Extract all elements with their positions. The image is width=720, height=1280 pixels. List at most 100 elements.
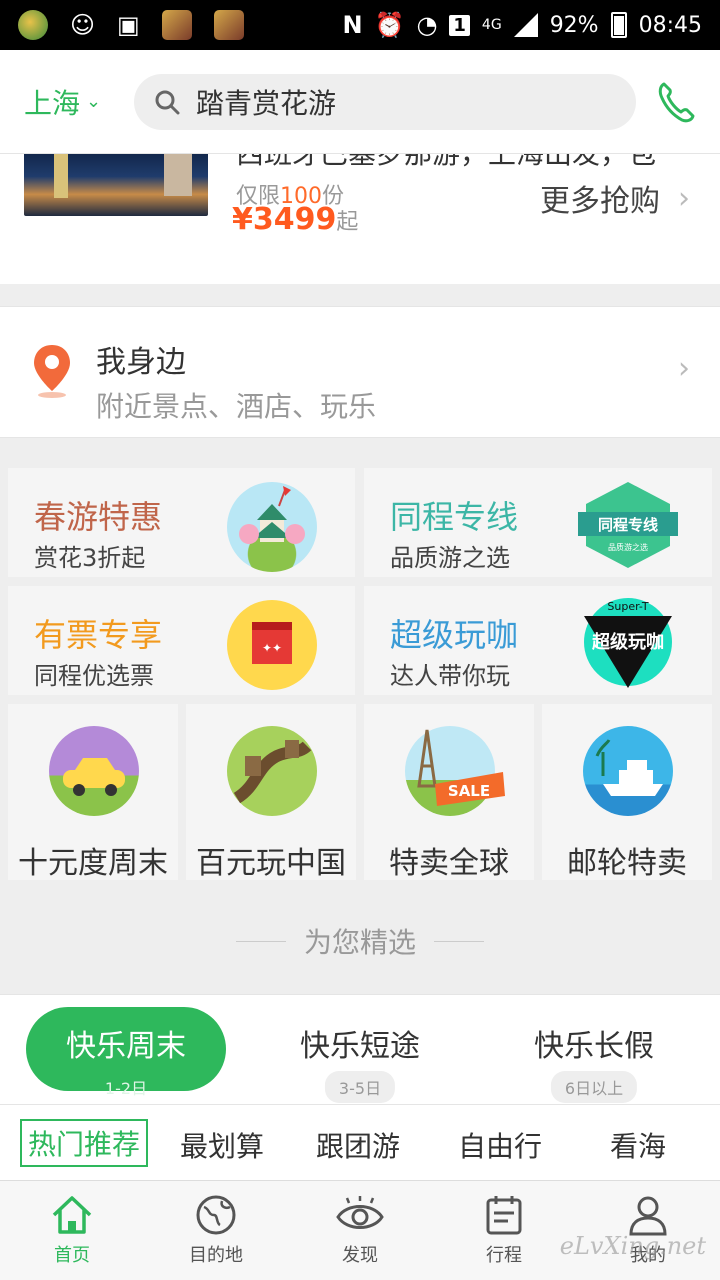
signal-icon: [513, 13, 538, 37]
feature-ticket-exclusive[interactable]: 有票专享 同程优选票 ✦✦: [8, 586, 355, 695]
mini-label: 百元玩中国: [196, 846, 346, 881]
tab-best-value[interactable]: 最划算: [180, 1125, 264, 1165]
mini-cruise-sale[interactable]: 邮轮特卖: [542, 704, 712, 881]
nav-label: 目的地: [189, 1245, 243, 1266]
tab-label: 快乐长假: [534, 1029, 654, 1064]
cruise-ship-icon: [583, 726, 673, 816]
user-icon: [629, 1196, 667, 1236]
svg-text:✦✦: ✦✦: [262, 641, 282, 655]
ticket-icon: ✦✦: [227, 600, 317, 690]
tab-independent[interactable]: 自由行: [458, 1125, 542, 1165]
tab-sublabel: 6日以上: [550, 1071, 638, 1103]
city-label: 上海: [24, 86, 81, 120]
feature-title: 超级玩咖: [390, 616, 519, 654]
tab-sublabel: 3-5日: [324, 1071, 396, 1103]
wifi-icon: ◔: [416, 11, 438, 39]
nfc-icon: N: [342, 11, 363, 39]
nav-label: 行程: [486, 1245, 522, 1266]
more-deals-label: 更多抢购: [540, 184, 660, 219]
chevron-right-icon: ›: [678, 351, 690, 386]
globe-icon: [196, 1195, 236, 1235]
status-bar: ☺ ▣ N ⏰ ◔ 1 4G 92% 08:45: [0, 0, 720, 50]
mini-label: 邮轮特卖: [567, 846, 687, 881]
feature-subtitle: 达人带你玩: [390, 662, 510, 690]
nav-home[interactable]: 首页: [12, 1193, 132, 1267]
battery-icon: [610, 12, 627, 38]
super-t-badge-icon: Super-T 超级玩咖: [584, 598, 672, 688]
duration-tabs: 快乐周末 1-2日 快乐短途 3-5日 快乐长假 6日以上: [0, 994, 720, 1104]
phone-icon: [658, 82, 695, 122]
tab-long-holiday[interactable]: 快乐长假 6日以上: [494, 1007, 694, 1103]
promo-image: [24, 154, 208, 216]
chevron-right-icon: ›: [678, 180, 690, 216]
watermark: eLvXing.net: [559, 1232, 706, 1260]
eiffel-sale-icon: SALE: [405, 726, 505, 816]
feature-title: 同程专线: [390, 498, 519, 536]
mini-hundred-yuan-china[interactable]: 百元玩中国: [186, 704, 356, 881]
search-input[interactable]: 踏青赏花游: [196, 82, 336, 122]
clock: 08:45: [638, 12, 702, 38]
category-tabs: 热门推荐 最划算 跟团游 自由行 看海: [0, 1104, 720, 1180]
mini-label: 特卖全球: [389, 846, 509, 881]
divider: [235, 940, 286, 942]
tab-seaside[interactable]: 看海: [610, 1125, 666, 1165]
city-selector[interactable]: 上海 ⌄: [24, 82, 134, 122]
castle-blossom-icon: [227, 482, 317, 572]
nav-label: 首页: [54, 1245, 90, 1266]
eye-icon: [336, 1196, 384, 1229]
search-icon: [155, 90, 180, 114]
svg-text:超级玩咖: 超级玩咖: [592, 631, 664, 653]
tab-short-trip[interactable]: 快乐短途 3-5日: [260, 1007, 460, 1103]
feature-super-player[interactable]: 超级玩咖 达人带你玩 Super-T 超级玩咖: [364, 586, 712, 695]
svg-text:Super-T: Super-T: [607, 600, 648, 613]
feature-title: 春游特惠: [34, 498, 163, 536]
bottom-nav: 首页 目的地 发现 行程 我的: [0, 1180, 720, 1280]
nav-destination[interactable]: 目的地: [156, 1193, 276, 1267]
feature-subtitle: 同程优选票: [34, 662, 154, 690]
nav-itinerary[interactable]: 行程: [444, 1193, 564, 1267]
home-icon: [52, 1196, 92, 1234]
nearby-title: 我身边: [96, 345, 186, 380]
mini-global-sale[interactable]: SALE 特卖全球: [364, 704, 534, 881]
tab-label: 快乐周末: [66, 1029, 186, 1064]
battery-percent: 92%: [549, 12, 599, 38]
nav-label: 发现: [342, 1245, 378, 1266]
image-icon: ▣: [117, 11, 140, 39]
flash-sale-card[interactable]: 西班牙巴塞罗那游，上海出发，包 仅限100份 ¥3499起 更多抢购 ›: [0, 154, 720, 284]
mini-label: 十元度周末: [18, 846, 168, 881]
tab-group-tour[interactable]: 跟团游: [316, 1125, 400, 1165]
divider: [434, 940, 484, 942]
tongcheng-badge-icon: 同程专线 品质游之选: [578, 482, 678, 568]
feature-subtitle: 品质游之选: [390, 544, 510, 572]
location-pin-icon: [34, 345, 70, 398]
svg-text:品质游之选: 品质游之选: [608, 542, 648, 552]
game-notification-icon-2: [213, 10, 244, 40]
feature-tongcheng-line[interactable]: 同程专线 品质游之选 同程专线 品质游之选: [364, 468, 712, 577]
chevron-down-icon: ⌄: [86, 91, 102, 112]
sim-indicator: 1: [449, 14, 470, 36]
tab-happy-weekend[interactable]: 快乐周末 1-2日: [26, 1007, 226, 1098]
app-notification-icon: [18, 10, 48, 40]
game-notification-icon: [161, 10, 192, 40]
feature-subtitle: 赏花3折起: [34, 544, 146, 572]
promo-price: ¥3499起: [232, 202, 359, 237]
svg-text:同程专线: 同程专线: [598, 516, 658, 534]
feature-title: 有票专享: [34, 616, 163, 654]
itinerary-icon: [486, 1196, 522, 1235]
svg-text:SALE: SALE: [448, 782, 490, 800]
tab-label: 快乐短途: [300, 1029, 420, 1064]
more-deals-link[interactable]: 更多抢购 ›: [540, 176, 690, 220]
promo-title: 西班牙巴塞罗那游，上海出发，包: [236, 154, 656, 172]
alarm-icon: ⏰: [374, 11, 405, 39]
nearby-subtitle: 附近景点、酒店、玩乐: [96, 390, 377, 423]
great-wall-icon: [227, 726, 317, 816]
nearby-row[interactable]: 我身边 附近景点、酒店、玩乐 ›: [0, 306, 720, 438]
mini-ten-yuan-weekend[interactable]: 十元度周末: [8, 704, 178, 881]
tab-hot[interactable]: 热门推荐: [20, 1119, 149, 1167]
top-header: 上海 ⌄ 踏青赏花游: [0, 50, 720, 154]
phone-button[interactable]: [636, 80, 696, 124]
feature-spring-deals[interactable]: 春游特惠 赏花3折起: [8, 468, 355, 577]
nav-discover[interactable]: 发现: [300, 1193, 420, 1267]
search-bar[interactable]: 踏青赏花游: [134, 73, 636, 130]
section-title: 为您精选: [0, 888, 720, 994]
